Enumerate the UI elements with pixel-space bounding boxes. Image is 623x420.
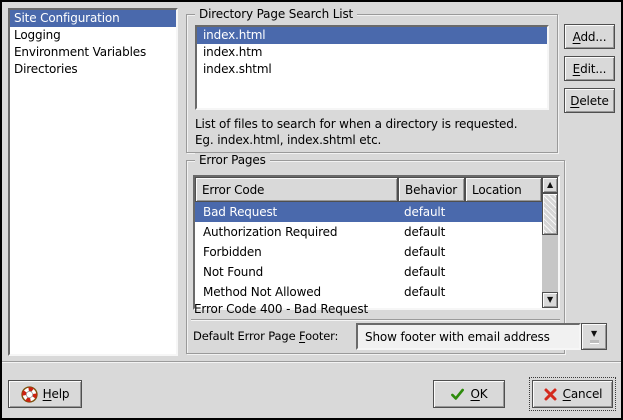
table-row[interactable]: Method Not Allowed default xyxy=(195,282,542,302)
cell-error-code: Bad Request xyxy=(195,205,398,219)
arrow-down-icon[interactable]: ▼ xyxy=(542,292,558,308)
cell-error-code: Forbidden xyxy=(195,245,398,259)
cancel-button-label: Cancel xyxy=(563,387,603,401)
scrollbar-track[interactable] xyxy=(542,235,558,292)
caption-line-2: Eg. index.html, index.shtml etc. xyxy=(195,132,517,148)
cell-error-code: Authorization Required xyxy=(195,225,398,239)
list-item[interactable]: index.shtml xyxy=(197,61,547,78)
column-header-location[interactable]: Location xyxy=(465,177,542,202)
help-button-label: Help xyxy=(43,387,70,401)
table-row[interactable]: Authorization Required default xyxy=(195,222,542,242)
directory-file-list: index.html index.htm index.shtml xyxy=(195,25,549,110)
chevron-down-icon: ▼ xyxy=(591,330,597,338)
help-button[interactable]: Help xyxy=(8,380,82,408)
site-configuration-dialog: Site Configuration Logging Environment V… xyxy=(0,0,623,420)
error-pages-table: Error Code Behavior Location Bad Request… xyxy=(193,175,560,310)
table-row[interactable]: Bad Request default xyxy=(195,202,542,222)
dropdown-arrow-button[interactable]: ▼ xyxy=(581,323,607,350)
delete-button-label: Delete xyxy=(570,94,609,108)
cell-behavior: default xyxy=(398,265,465,279)
sidebar-item-site-configuration[interactable]: Site Configuration xyxy=(10,10,176,27)
scrollbar-thumb[interactable] xyxy=(542,193,558,235)
directory-search-frame-title: Directory Page Search List xyxy=(195,7,357,22)
cell-error-code: Method Not Allowed xyxy=(195,285,398,299)
category-list: Site Configuration Logging Environment V… xyxy=(8,8,178,356)
error-code-status: Error Code 400 - Bad Request xyxy=(194,302,368,316)
cell-behavior: default xyxy=(398,245,465,259)
column-header-error-code[interactable]: Error Code xyxy=(195,177,398,202)
directory-list-caption: List of files to search for when a direc… xyxy=(195,116,517,148)
frame-separator xyxy=(191,319,560,321)
x-icon xyxy=(543,387,558,402)
column-header-behavior[interactable]: Behavior xyxy=(398,177,465,202)
table-row[interactable]: Forbidden default xyxy=(195,242,542,262)
cell-behavior: default xyxy=(398,285,465,299)
add-button[interactable]: Add... xyxy=(564,24,615,49)
cell-behavior: default xyxy=(398,205,465,219)
error-pages-frame-title: Error Pages xyxy=(195,153,270,168)
cell-error-code: Not Found xyxy=(195,265,398,279)
sidebar-item-environment-variables[interactable]: Environment Variables xyxy=(10,44,176,61)
edit-button-label: Edit... xyxy=(573,62,607,76)
list-item[interactable]: index.html xyxy=(197,27,547,44)
ok-button-label: OK xyxy=(470,387,487,401)
default-footer-select-value[interactable]: Show footer with email address xyxy=(356,323,581,350)
arrow-up-icon[interactable]: ▲ xyxy=(542,177,558,193)
directory-search-frame: Directory Page Search List index.html in… xyxy=(186,14,558,153)
delete-button[interactable]: Delete xyxy=(564,88,615,113)
lifebuoy-icon xyxy=(21,386,38,403)
edit-button[interactable]: Edit... xyxy=(564,56,615,81)
vertical-scrollbar[interactable]: ▲ ▼ xyxy=(542,177,558,308)
dropdown-bar xyxy=(590,340,599,344)
sidebar-item-logging[interactable]: Logging xyxy=(10,27,176,44)
dialog-separator xyxy=(0,361,623,363)
default-footer-select[interactable]: Show footer with email address ▼ xyxy=(356,323,607,350)
default-footer-label: Default Error Page Footer: xyxy=(193,323,338,350)
cancel-button[interactable]: Cancel xyxy=(532,380,613,408)
table-row[interactable]: Not Found default xyxy=(195,262,542,282)
add-button-label: Add... xyxy=(573,30,607,44)
cell-behavior: default xyxy=(398,225,465,239)
ok-button[interactable]: OK xyxy=(433,380,505,408)
check-icon xyxy=(450,387,465,402)
table-header-row: Error Code Behavior Location xyxy=(195,177,542,202)
list-item[interactable]: index.htm xyxy=(197,44,547,61)
sidebar-item-directories[interactable]: Directories xyxy=(10,61,176,78)
caption-line-1: List of files to search for when a direc… xyxy=(195,116,517,132)
